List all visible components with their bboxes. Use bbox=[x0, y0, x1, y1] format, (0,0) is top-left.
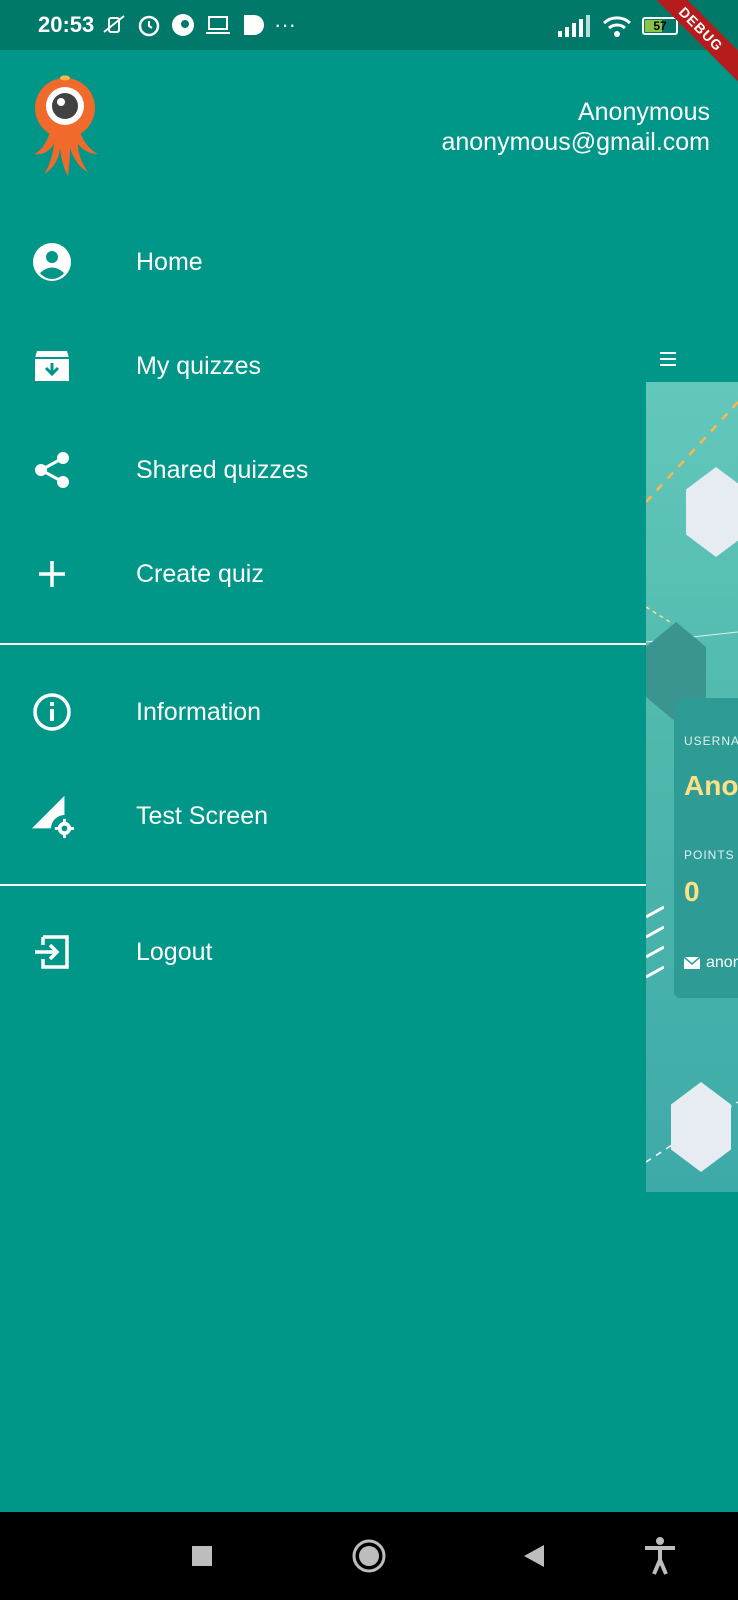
points-label: POINTS bbox=[684, 848, 735, 862]
accessibility-button[interactable] bbox=[638, 1534, 682, 1578]
status-icons-right: 57 bbox=[558, 12, 678, 40]
menu-item-label: Home bbox=[136, 247, 203, 276]
home-button[interactable] bbox=[347, 1534, 391, 1578]
email-row: anon bbox=[684, 954, 738, 972]
logout-icon bbox=[30, 930, 74, 974]
menu-item-label: My quizzes bbox=[136, 351, 262, 380]
mail-icon bbox=[684, 956, 700, 969]
app-notification-icon bbox=[172, 14, 194, 36]
menu-item-label: Create quiz bbox=[136, 559, 264, 588]
menu-item-home[interactable]: Home bbox=[0, 212, 646, 312]
circle-icon bbox=[352, 1539, 386, 1573]
back-button[interactable] bbox=[512, 1534, 556, 1578]
email-fragment: anon bbox=[706, 954, 738, 971]
user-email: anonymous@gmail.com bbox=[441, 128, 710, 156]
menu-item-label: Information bbox=[136, 697, 262, 726]
menu-item-test-screen[interactable]: Test Screen bbox=[0, 766, 646, 866]
triangle-back-icon bbox=[524, 1545, 544, 1567]
alarm-icon bbox=[138, 15, 160, 37]
square-icon bbox=[192, 1546, 212, 1566]
menu-item-logout[interactable]: Logout bbox=[0, 902, 646, 1002]
status-bar: 20:53 ··· 57 bbox=[0, 0, 738, 50]
status-time: 20:53 bbox=[38, 12, 95, 37]
app-logo bbox=[30, 70, 100, 185]
accessibility-icon bbox=[645, 1537, 675, 1575]
info-icon bbox=[30, 690, 74, 734]
menu-item-my-quizzes[interactable]: My quizzes bbox=[0, 316, 646, 416]
menu-item-create-quiz[interactable]: Create quiz bbox=[0, 524, 646, 624]
main-app-bar bbox=[646, 290, 738, 382]
account-circle-icon bbox=[30, 240, 74, 284]
username-label: USERNAM bbox=[684, 734, 738, 748]
menu-item-label: Logout bbox=[136, 937, 213, 966]
wifi-icon bbox=[602, 16, 632, 37]
more-notifications-icon: ··· bbox=[274, 12, 296, 37]
battery-icon: 57 bbox=[642, 17, 678, 35]
menu-divider bbox=[0, 643, 646, 645]
menu-divider bbox=[0, 884, 646, 886]
menu-item-label: Test Screen bbox=[136, 801, 269, 830]
signal-icon bbox=[558, 15, 590, 37]
main-screen-peek[interactable]: USERNAM Anon POINTS 0 anon bbox=[646, 290, 738, 1230]
user-name: Anonymous bbox=[577, 98, 710, 126]
username-value: Anon bbox=[684, 770, 738, 801]
hamburger-menu-icon[interactable] bbox=[660, 352, 676, 370]
points-value: 0 bbox=[684, 876, 700, 907]
decorative-stripes bbox=[646, 905, 664, 979]
network-settings-icon bbox=[30, 794, 74, 838]
battery-percent: 57 bbox=[653, 19, 667, 33]
menu-item-information[interactable]: Information bbox=[0, 662, 646, 762]
share-icon bbox=[30, 448, 74, 492]
profile-info-card: USERNAM Anon POINTS 0 anon bbox=[674, 698, 738, 998]
plus-icon bbox=[30, 552, 74, 596]
menu-item-shared-quizzes[interactable]: Shared quizzes bbox=[0, 420, 646, 520]
play-store-icon bbox=[244, 15, 264, 35]
menu-item-label: Shared quizzes bbox=[136, 455, 309, 484]
archive-icon bbox=[30, 344, 74, 388]
status-icons-left: ··· bbox=[100, 10, 296, 40]
laptop-icon bbox=[206, 16, 230, 34]
recent-apps-button[interactable] bbox=[180, 1534, 224, 1578]
vibrate-off-icon bbox=[103, 15, 125, 33]
system-navigation-bar bbox=[0, 1512, 738, 1600]
drawer-header: Anonymous anonymous@gmail.com bbox=[0, 50, 710, 200]
